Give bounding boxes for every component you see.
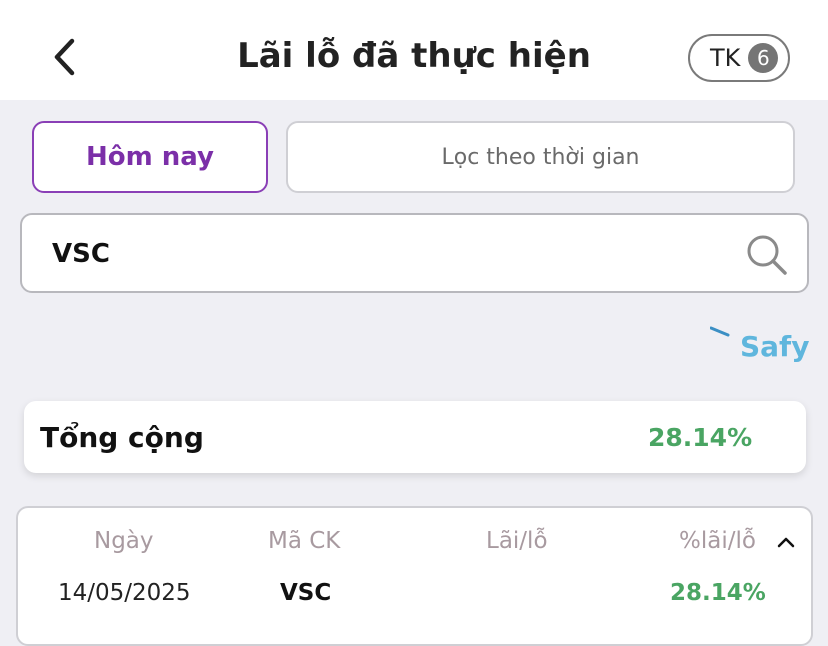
column-header-pnl-percent: %lãi/lỗ (679, 528, 756, 554)
column-header-symbol: Mã CK (268, 528, 341, 554)
search-icon[interactable] (743, 231, 791, 279)
row-date: 14/05/2025 (58, 580, 191, 606)
account-count-badge: 6 (748, 43, 779, 73)
search-input[interactable]: VSC (20, 213, 809, 293)
column-header-pnl: Lãi/lỗ (486, 528, 548, 554)
brand-mark-icon (710, 326, 730, 337)
column-header-date: Ngày (94, 528, 154, 554)
app-header: Lãi lỗ đã thực hiện TK 6 (0, 0, 828, 100)
account-label: TK (710, 44, 741, 72)
row-pnl-percent: 28.14% (670, 580, 766, 606)
brand-logo: Safy (706, 322, 810, 366)
brand-name: Safy (740, 330, 810, 363)
search-value: VSC (52, 239, 110, 269)
total-summary-card: Tổng cộng 28.14% (24, 401, 806, 473)
pnl-table: Ngày Mã CK Lãi/lỗ %lãi/lỗ 14/05/2025 VSC… (16, 506, 813, 646)
row-symbol: VSC (280, 580, 332, 606)
account-selector[interactable]: TK 6 (688, 34, 790, 82)
tab-filter-by-time[interactable]: Lọc theo thời gian (286, 121, 795, 193)
chevron-up-icon[interactable] (774, 532, 798, 552)
total-label: Tổng cộng (40, 421, 204, 454)
total-percent: 28.14% (648, 423, 753, 452)
tab-today[interactable]: Hôm nay (32, 121, 268, 193)
